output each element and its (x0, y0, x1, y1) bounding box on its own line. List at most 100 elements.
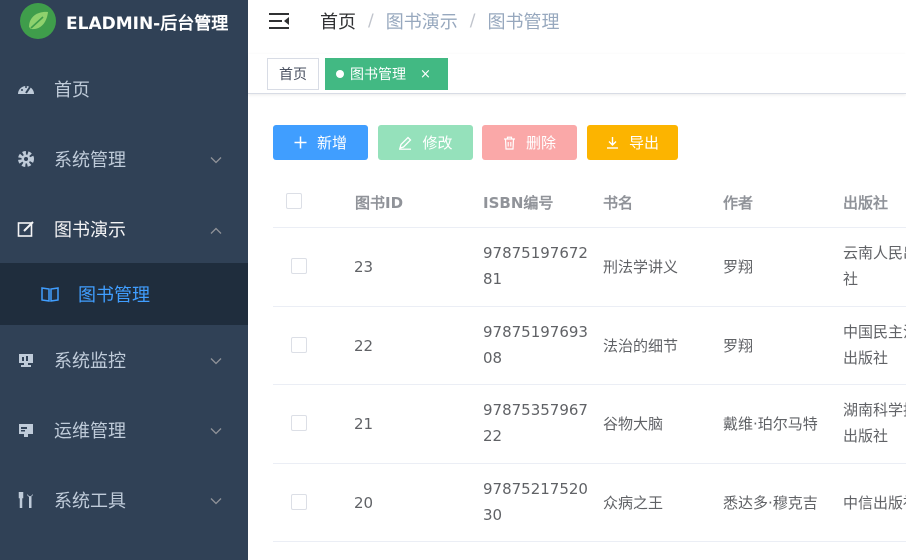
table-header: 图书ID ISBN编号 书名 作者 出版社 (273, 178, 906, 228)
hamburger-menu-icon[interactable] (268, 10, 290, 32)
tag-label: 首页 (279, 67, 307, 83)
select-all-checkbox[interactable] (286, 193, 302, 209)
breadcrumb-books-demo: 图书演示 (385, 12, 458, 33)
dashboard-icon (16, 79, 36, 99)
breadcrumb-current: 图书管理 (487, 12, 560, 33)
cell-publisher-line: 湖南科学技 (843, 401, 906, 419)
chevron-down-icon (210, 149, 222, 170)
column-header-publisher[interactable]: 出版社 (843, 178, 888, 228)
column-header-title[interactable]: 书名 (603, 178, 633, 228)
cell-author: 罗翔 (723, 336, 754, 355)
cell-isbn-line: 22 (483, 427, 503, 445)
table-row[interactable]: 20 97875217520 30 众病之王 悉达多·穆克吉 中信出版社 (273, 464, 906, 542)
cell-isbn-line: 97875357967 (483, 401, 588, 419)
cell-publisher: 云南人民出 社 (843, 240, 906, 292)
download-icon (606, 136, 619, 149)
cell-id: 22 (354, 336, 374, 355)
row-checkbox[interactable] (291, 493, 307, 510)
cell-title: 刑法学讲义 (603, 258, 679, 276)
books-table: 图书ID ISBN编号 书名 作者 出版社 23 97875197672 81 … (273, 178, 906, 542)
cell-isbn-line: 81 (483, 270, 503, 288)
sidebar-item-books-demo[interactable]: 图书演示 (0, 201, 248, 257)
sidebar-subitem-book-manage[interactable]: 图书管理 (0, 263, 248, 325)
sidebar-item-label: 图书演示 (54, 220, 126, 241)
cell-publisher-line: 中国民主法 (843, 322, 906, 341)
sidebar-item-label: 系统工具 (54, 491, 126, 512)
cell-publisher-line: 云南人民出 (843, 244, 906, 262)
table-row[interactable]: 21 97875357967 22 谷物大脑 戴维·珀尔马特 湖南科学技 出版社 (273, 385, 906, 464)
add-button[interactable]: 新增 (273, 125, 368, 160)
cell-isbn-line: 97875197693 (483, 322, 588, 341)
cell-isbn: 97875197672 81 (483, 240, 588, 292)
chevron-down-icon (210, 350, 222, 371)
gear-icon (16, 149, 36, 169)
cell-author: 罗翔 (723, 258, 754, 276)
cell-author: 戴维·珀尔马特 (723, 415, 818, 433)
cell-isbn-line: 97875197672 (483, 244, 588, 262)
edit-button[interactable]: 修改 (378, 125, 473, 160)
column-header-isbn[interactable]: ISBN编号 (483, 178, 553, 228)
tag-home[interactable]: 首页 (267, 58, 319, 90)
cell-author: 悉达多·穆克吉 (723, 493, 818, 512)
sidebar-item-tools[interactable]: 系统工具 (0, 472, 248, 528)
app-root: ELADMIN-后台管理 首页 系统管理 图书演示 图书管理 系统监控 运维管理… (0, 0, 906, 560)
cell-id: 21 (354, 415, 374, 433)
sidebar-item-monitor[interactable]: 系统监控 (0, 332, 248, 388)
navbar: 首页 / 图书演示 / 图书管理 (248, 0, 906, 42)
sidebar-item-system[interactable]: 系统管理 (0, 131, 248, 187)
cell-id: 23 (354, 258, 374, 276)
add-button-label: 新增 (316, 134, 347, 152)
delete-button[interactable]: 删除 (482, 125, 577, 160)
delete-button-label: 删除 (525, 134, 556, 152)
cell-isbn: 97875217520 30 (483, 476, 588, 528)
edit-icon (16, 219, 36, 239)
edit-button-label: 修改 (422, 134, 453, 152)
column-header-author[interactable]: 作者 (723, 178, 753, 228)
breadcrumb-separator: / (368, 11, 374, 31)
export-button-label: 导出 (628, 134, 659, 152)
sidebar-item-label: 运维管理 (54, 421, 126, 442)
breadcrumb-separator: / (469, 11, 476, 31)
breadcrumb: 首页 / 图书演示 / 图书管理 (320, 8, 559, 34)
cell-isbn: 97875357967 22 (483, 397, 588, 449)
cell-isbn-line: 08 (483, 348, 503, 367)
sidebar-item-home[interactable]: 首页 (0, 61, 248, 117)
cell-isbn: 97875197693 08 (483, 319, 588, 371)
tag-book-manage[interactable]: 图书管理 × (325, 58, 448, 90)
table-row[interactable]: 23 97875197672 81 刑法学讲义 罗翔 云南人民出 社 (273, 228, 906, 307)
pencil-icon (398, 136, 412, 150)
sidebar-item-label: 首页 (54, 80, 90, 101)
cell-publisher: 湖南科学技 出版社 (843, 397, 906, 449)
table-row[interactable]: 22 97875197693 08 法治的细节 罗翔 中国民主法 出版社 (273, 307, 906, 385)
sidebar-item-ops[interactable]: 运维管理 (0, 402, 248, 458)
active-dot-icon (336, 70, 344, 78)
book-icon (40, 284, 60, 304)
tags-view: 首页 图书管理 × (248, 54, 906, 94)
cell-title: 众病之王 (603, 493, 664, 512)
breadcrumb-home[interactable]: 首页 (320, 8, 356, 34)
plus-icon (294, 136, 307, 149)
cell-isbn-line: 30 (483, 505, 503, 524)
cell-title: 法治的细节 (603, 336, 679, 355)
app-title: ELADMIN-后台管理 (66, 13, 229, 34)
logo: ELADMIN-后台管理 (0, 0, 248, 42)
server-icon (16, 420, 36, 440)
cell-publisher-line: 出版社 (843, 427, 889, 445)
chevron-down-icon (210, 490, 222, 511)
cell-publisher: 中信出版社 (843, 493, 906, 512)
export-button[interactable]: 导出 (587, 125, 678, 160)
row-checkbox[interactable] (291, 415, 307, 431)
row-checkbox[interactable] (291, 258, 307, 274)
column-header-id[interactable]: 图书ID (355, 178, 403, 228)
trash-icon (503, 136, 516, 150)
cell-title: 谷物大脑 (603, 415, 664, 433)
sidebar-item-label: 系统管理 (54, 150, 126, 171)
cell-isbn-line: 97875217520 (483, 479, 588, 498)
close-icon[interactable]: × (420, 67, 431, 82)
monitor-icon (16, 350, 36, 370)
cell-publisher: 中国民主法 出版社 (843, 319, 906, 371)
tools-icon (16, 490, 36, 510)
row-checkbox[interactable] (291, 336, 307, 353)
chevron-down-icon (210, 420, 222, 441)
sidebar-item-label: 系统监控 (54, 351, 126, 372)
